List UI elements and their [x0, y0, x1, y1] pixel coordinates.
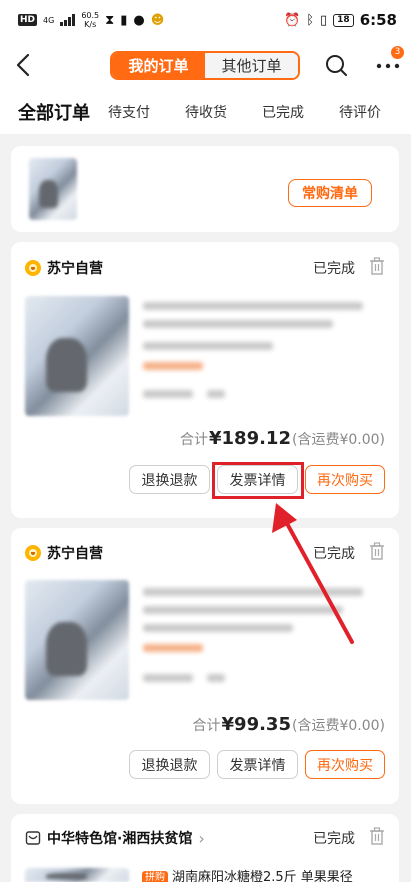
product-title-blurred: [143, 320, 333, 328]
order-status: 已完成: [313, 261, 355, 277]
store-name: 苏宁自营: [47, 546, 103, 562]
hourglass-icon: ⧗: [105, 12, 115, 28]
product-title-blurred: [143, 606, 343, 614]
frequent-list-button[interactable]: 常购清单: [288, 179, 372, 207]
order-status: 已完成: [313, 546, 355, 562]
speed-unit: K/s: [84, 20, 97, 29]
order-card: 苏宁自营 已完成 合计 ¥189.12 (含运费¥0.00) 退换退款 发票详情…: [11, 242, 399, 518]
bluetooth-icon: ᛒ: [306, 12, 314, 28]
product-image[interactable]: [25, 868, 129, 882]
total-label: 合计: [192, 718, 221, 734]
tab-completed[interactable]: 已完成: [262, 102, 339, 122]
network-tag: HD: [18, 14, 38, 26]
product-spec-blurred: [143, 624, 293, 632]
back-arrow-icon[interactable]: [12, 52, 38, 78]
store-name: 苏宁自营: [47, 261, 103, 277]
tab-pending-payment[interactable]: 待支付: [108, 102, 185, 122]
chevron-right-icon: ›: [198, 828, 205, 848]
product-qty-blurred: [207, 674, 225, 682]
battery-icon: 18: [333, 13, 354, 27]
store-row[interactable]: 苏宁自营: [25, 543, 103, 563]
shop-icon: [25, 831, 41, 845]
shipping-note: (含运费¥0.00): [291, 432, 385, 448]
shipping-note: (含运费¥0.00): [291, 718, 385, 734]
status-left: HD 4G 60.5 K/s ⧗ ▮ ● ☻: [18, 11, 164, 29]
speed-value: 60.5: [81, 11, 100, 20]
product-tag-blurred: [143, 644, 203, 652]
total-label: 合计: [180, 432, 208, 448]
product-thumbnail: [29, 158, 77, 220]
product-spec-blurred: [143, 342, 273, 350]
product-image[interactable]: [25, 580, 129, 700]
order-filter-tabs: 全部订单 待支付 待收货 已完成 待评价: [0, 90, 411, 134]
product-title-text: 湖南麻阳冰糖橙2.5斤 单果果径: [172, 870, 353, 882]
clock: 6:58: [359, 11, 397, 29]
tab-other-orders[interactable]: 其他订单: [205, 53, 298, 78]
trash-icon[interactable]: [369, 542, 385, 560]
battery-small-icon: ▮: [120, 12, 128, 28]
notification-badge: 3: [391, 46, 404, 59]
buy-again-button[interactable]: 再次购买: [305, 750, 385, 779]
tab-pending-review[interactable]: 待评价: [339, 102, 399, 122]
product-tag-blurred: [143, 362, 203, 370]
tab-my-orders[interactable]: 我的订单: [112, 53, 205, 78]
header: 我的订单 其他订单 3: [0, 40, 411, 90]
order-total: 合计 ¥99.35 (含运费¥0.00): [193, 714, 385, 735]
product-title[interactable]: 拼购 湖南麻阳冰糖橙2.5斤 单果果径: [142, 866, 392, 882]
product-price-blurred: [143, 674, 193, 682]
vibrate-icon: ▯: [320, 12, 328, 28]
order-card: 苏宁自营 已完成 合计 ¥99.35 (含运费¥0.00) 退换退款 发票详情 …: [11, 528, 399, 804]
invoice-details-button[interactable]: 发票详情: [217, 750, 298, 779]
product-image[interactable]: [25, 296, 129, 416]
store-name: 中华特色馆·湘西扶贫馆: [47, 831, 193, 847]
app-icon: ☻: [150, 12, 165, 28]
total-amount: ¥99.35: [221, 714, 291, 735]
store-row[interactable]: 中华特色馆·湘西扶贫馆 ›: [25, 828, 205, 848]
tab-pending-receipt[interactable]: 待收货: [185, 102, 262, 122]
signal-icon: [60, 14, 76, 26]
order-card: 中华特色馆·湘西扶贫馆 › 已完成 拼购 湖南麻阳冰糖橙2.5斤 单果果径: [11, 814, 399, 882]
signal-label: 4G: [43, 15, 55, 25]
trash-icon[interactable]: [369, 827, 385, 845]
highlight-box: [212, 462, 304, 499]
order-type-switch: 我的订单 其他订单: [110, 51, 300, 80]
penguin-icon: ●: [133, 12, 145, 28]
return-refund-button[interactable]: 退换退款: [129, 750, 210, 779]
net-speed: 60.5 K/s: [81, 11, 99, 29]
tab-all-orders[interactable]: 全部订单: [18, 99, 108, 125]
more-icon[interactable]: [376, 58, 400, 74]
status-right: ⏰ ᛒ ▯ 18 6:58: [284, 11, 397, 29]
product-qty-blurred: [207, 390, 225, 398]
total-amount: ¥189.12: [209, 428, 291, 449]
trash-icon[interactable]: [369, 257, 385, 275]
store-row[interactable]: 苏宁自营: [25, 258, 103, 278]
return-refund-button[interactable]: 退换退款: [129, 465, 210, 494]
product-title-blurred: [143, 302, 363, 310]
status-bar: HD 4G 60.5 K/s ⧗ ▮ ● ☻ ⏰ ᛒ ▯ 18 6:58: [0, 0, 411, 40]
frequent-purchase-card: 常购清单: [11, 146, 399, 232]
product-price-blurred: [143, 390, 193, 398]
buy-again-button[interactable]: 再次购买: [305, 465, 385, 494]
search-icon[interactable]: [324, 53, 348, 77]
alarm-icon: ⏰: [284, 12, 301, 28]
order-total: 合计 ¥189.12 (含运费¥0.00): [180, 428, 385, 449]
suning-logo-icon: [25, 260, 41, 276]
group-buy-tag: 拼购: [142, 870, 168, 882]
product-title-blurred: [143, 588, 363, 596]
order-status: 已完成: [313, 831, 355, 847]
suning-logo-icon: [25, 545, 41, 561]
